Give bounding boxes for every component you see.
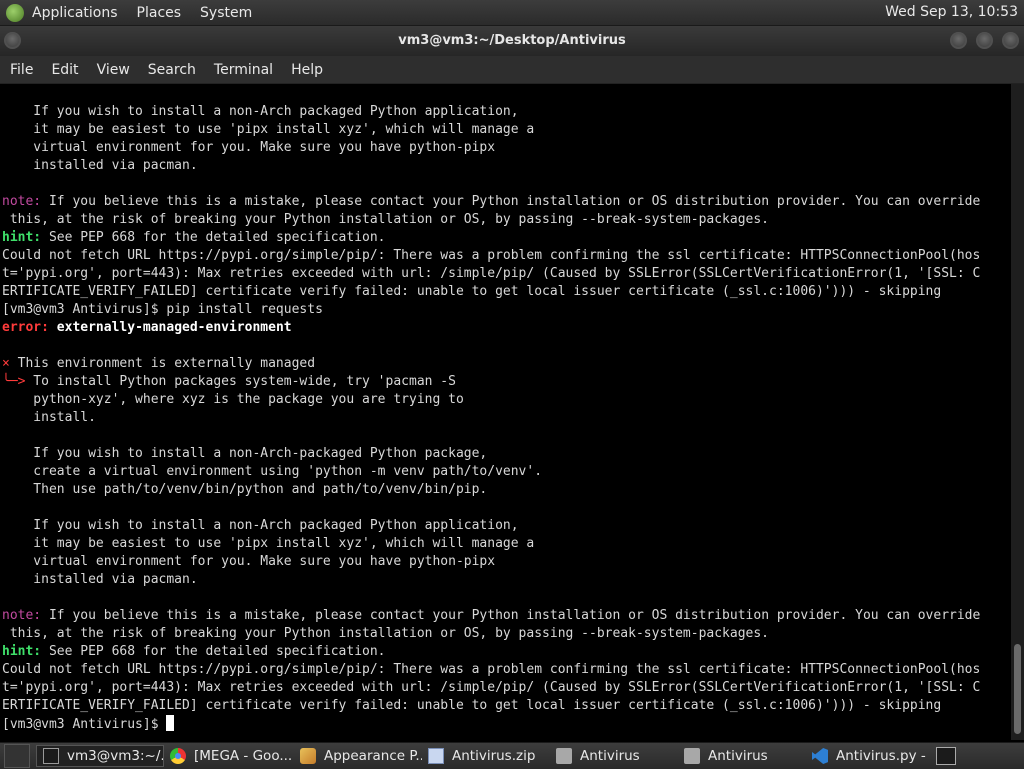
- task-label: [MEGA - Goo...: [194, 748, 293, 764]
- task-label: Antivirus: [708, 748, 768, 764]
- task-chrome[interactable]: [MEGA - Goo...: [164, 745, 294, 767]
- task-vscode[interactable]: Antivirus.py - ...: [806, 745, 930, 767]
- error-marker-icon: ╰─>: [2, 374, 26, 389]
- task-folder-2[interactable]: Antivirus: [678, 745, 806, 767]
- terminal-line: [vm3@vm3 Antivirus]$: [2, 715, 980, 733]
- places-menu[interactable]: Places: [137, 5, 182, 21]
- menu-edit[interactable]: Edit: [51, 62, 78, 78]
- terminal-line: Could not fetch URL https://pypi.org/sim…: [2, 248, 981, 263]
- archive-icon: [428, 748, 444, 764]
- window-title-bar[interactable]: vm3@vm3:~/Desktop/Antivirus: [0, 26, 1024, 56]
- vscode-icon: [812, 748, 828, 764]
- minimize-button[interactable]: [950, 32, 967, 49]
- terminal-line: ╰─> To install Python packages system-wi…: [2, 374, 456, 389]
- terminal-line: it may be easiest to use 'pipx install x…: [2, 536, 535, 551]
- system-menu[interactable]: System: [200, 5, 252, 21]
- terminal-line: hint: See PEP 668 for the detailed speci…: [2, 230, 386, 245]
- window-title: vm3@vm3:~/Desktop/Antivirus: [398, 33, 626, 48]
- close-button[interactable]: [1002, 32, 1019, 49]
- terminal-line: ERTIFICATE_VERIFY_FAILED] certificate ve…: [2, 698, 942, 713]
- task-label: Antivirus: [580, 748, 640, 764]
- terminal-line: hint: See PEP 668 for the detailed speci…: [2, 644, 386, 659]
- terminal-icon: [43, 748, 59, 764]
- terminal-line: it may be easiest to use 'pipx install x…: [2, 122, 535, 137]
- appearance-icon: [300, 748, 316, 764]
- terminal-output[interactable]: If you wish to install a non-Arch packag…: [0, 84, 1011, 740]
- terminal-line: installed via pacman.: [2, 572, 198, 587]
- maximize-button[interactable]: [976, 32, 993, 49]
- folder-icon: [684, 748, 700, 764]
- task-folder-1[interactable]: Antivirus: [550, 745, 678, 767]
- scrollbar-thumb[interactable]: [1014, 644, 1021, 734]
- error-message: externally-managed-environment: [56, 320, 292, 335]
- menu-file[interactable]: File: [10, 62, 33, 78]
- menu-terminal[interactable]: Terminal: [214, 62, 273, 78]
- terminal-line: × This environment is externally managed: [2, 356, 316, 371]
- task-label: Antivirus.py - ...: [836, 748, 930, 764]
- task-label: Appearance P...: [324, 748, 422, 764]
- error-marker-icon: ×: [2, 356, 10, 371]
- top-panel: Applications Places System Wed Sep 13, 1…: [0, 0, 1024, 26]
- terminal-line: t='pypi.org', port=443): Max retries exc…: [2, 266, 981, 281]
- terminal-line: t='pypi.org', port=443): Max retries exc…: [2, 680, 981, 695]
- tray-terminal-icon[interactable]: [936, 747, 956, 765]
- terminal-line: note: If you believe this is a mistake, …: [2, 194, 981, 209]
- error-prefix: error:: [2, 320, 49, 335]
- bottom-taskbar: vm3@vm3:~/... [MEGA - Goo... Appearance …: [0, 742, 1024, 769]
- hint-prefix: hint:: [2, 644, 42, 659]
- terminal-scrollbar[interactable]: [1011, 84, 1024, 740]
- show-desktop-button[interactable]: [4, 744, 30, 768]
- task-archive[interactable]: Antivirus.zip: [422, 745, 550, 767]
- task-appearance[interactable]: Appearance P...: [294, 745, 422, 767]
- terminal-line: create a virtual environment using 'pyth…: [2, 464, 543, 479]
- terminal-line: ERTIFICATE_VERIFY_FAILED] certificate ve…: [2, 284, 942, 299]
- menu-help[interactable]: Help: [291, 62, 323, 78]
- terminal-line: note: If you believe this is a mistake, …: [2, 608, 981, 623]
- task-label: vm3@vm3:~/...: [67, 748, 164, 764]
- terminal-line: If you wish to install a non-Arch packag…: [2, 104, 519, 119]
- terminal-line: [vm3@vm3 Antivirus]$ pip install request…: [2, 302, 323, 317]
- hint-prefix: hint:: [2, 230, 42, 245]
- terminal-line: install.: [2, 410, 96, 425]
- terminal-line: this, at the risk of breaking your Pytho…: [2, 212, 770, 227]
- task-terminal[interactable]: vm3@vm3:~/...: [36, 745, 164, 767]
- folder-icon: [556, 748, 572, 764]
- task-label: Antivirus.zip: [452, 748, 536, 764]
- terminal-menu-bar: File Edit View Search Terminal Help: [0, 56, 1024, 84]
- menu-search[interactable]: Search: [148, 62, 196, 78]
- note-prefix: note:: [2, 194, 42, 209]
- panel-clock[interactable]: Wed Sep 13, 10:53: [885, 4, 1018, 20]
- terminal-line: Could not fetch URL https://pypi.org/sim…: [2, 662, 981, 677]
- distro-logo-icon[interactable]: [6, 3, 24, 22]
- chrome-icon: [170, 748, 186, 764]
- terminal-line: virtual environment for you. Make sure y…: [2, 554, 496, 569]
- note-prefix: note:: [2, 608, 42, 623]
- terminal-line: If you wish to install a non-Arch-packag…: [2, 446, 488, 461]
- terminal-cursor: [166, 715, 175, 731]
- terminal-line: installed via pacman.: [2, 158, 198, 173]
- terminal-text: If you wish to install a non-Arch packag…: [2, 103, 980, 733]
- terminal-line: If you wish to install a non-Arch packag…: [2, 518, 519, 533]
- menu-view[interactable]: View: [97, 62, 130, 78]
- applications-menu[interactable]: Applications: [32, 5, 118, 21]
- terminal-line: virtual environment for you. Make sure y…: [2, 140, 496, 155]
- terminal-line: this, at the risk of breaking your Pytho…: [2, 626, 770, 641]
- terminal-line: Then use path/to/venv/bin/python and pat…: [2, 482, 488, 497]
- terminal-line: python-xyz', where xyz is the package yo…: [2, 392, 464, 407]
- terminal-line: error: externally-managed-environment: [2, 319, 980, 337]
